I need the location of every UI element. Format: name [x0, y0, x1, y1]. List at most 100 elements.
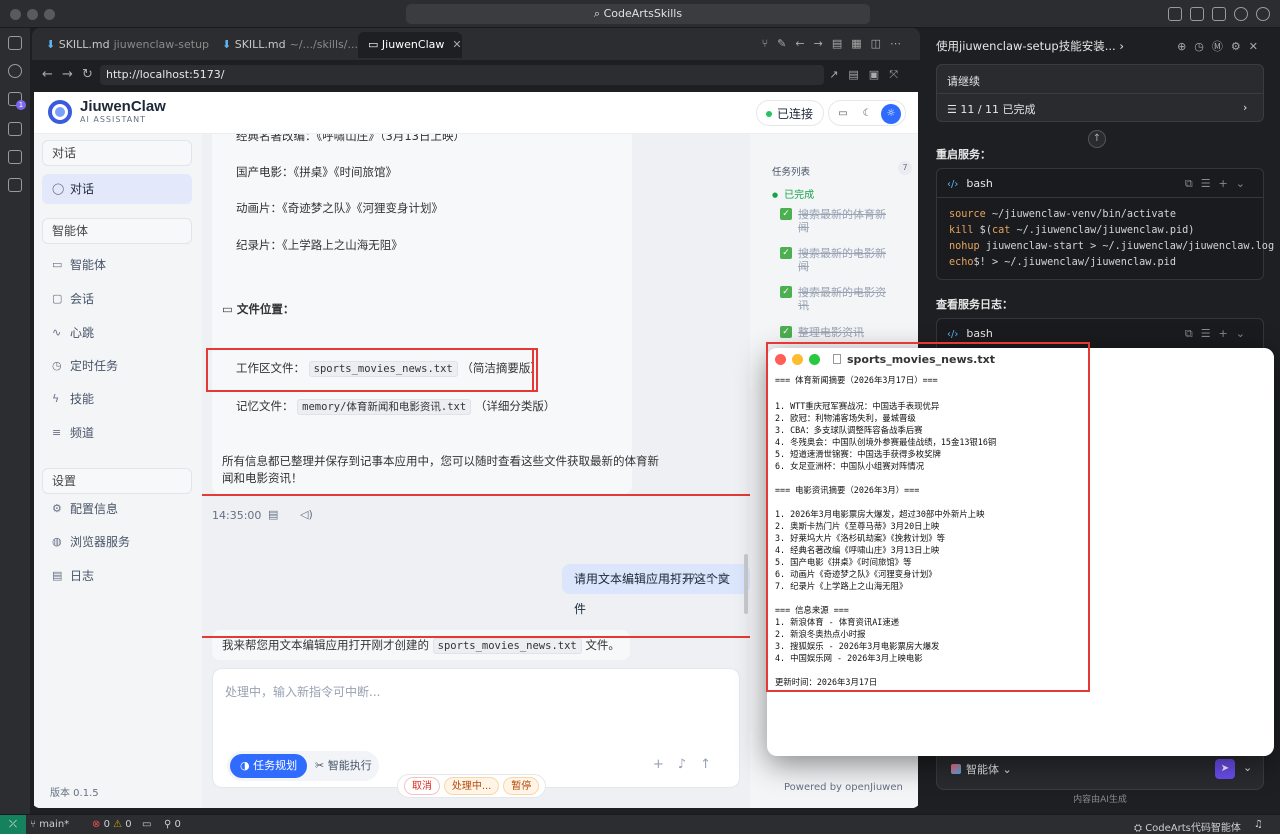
explorer-icon[interactable]: [8, 36, 22, 50]
toggle-panel-icon[interactable]: [1190, 7, 1204, 21]
sidebar-group-agent[interactable]: 智能体: [42, 218, 192, 244]
task-item[interactable]: ✓ 搜索最新的电影资讯: [780, 286, 900, 312]
close-window-button[interactable]: [10, 9, 21, 20]
message-input[interactable]: 处理中，输入新指令可中断...: [225, 683, 380, 700]
status-bar: ⤫ ⑂ main* ⊗ 0 ⚠ 0 ▭ ⚲ 0 ⛭ CodeArts代码智能体 …: [0, 814, 1280, 834]
remote-icon[interactable]: ⤫: [0, 815, 26, 834]
task-status: 已完成: [772, 186, 814, 201]
zoom-window-button[interactable]: [44, 9, 55, 20]
sidebar-item-skills[interactable]: ϟ 技能: [42, 384, 192, 414]
sidebar-item-scheduled[interactable]: ◷ 定时任务: [42, 351, 192, 381]
download-icon: ⬇: [222, 38, 235, 51]
ai-panel-tools[interactable]: ⊕◷Ⓜ⚙✕: [1177, 38, 1266, 54]
back-icon[interactable]: ←: [42, 67, 53, 82]
task-item[interactable]: ✓ 搜索最新的体育新闻: [780, 208, 900, 234]
settings-icon[interactable]: [1256, 7, 1270, 21]
problems-indicator[interactable]: ⊗ 0 ⚠ 0: [92, 819, 132, 830]
browser-tools[interactable]: ↗▤▣⤧: [829, 68, 908, 82]
ai-panel-title[interactable]: 使用jiuwenclaw-setup技能安装... ›: [936, 38, 1124, 54]
app-version: 版本 0.1.5: [50, 788, 99, 799]
brand-name: JiuwenClaw: [80, 98, 166, 115]
close-icon[interactable]: ✕: [452, 38, 461, 51]
send-icon[interactable]: ↑: [700, 757, 725, 772]
powered-by: Powered by openJiuwen: [784, 782, 903, 793]
forward-icon[interactable]: →: [62, 67, 73, 82]
pause-button[interactable]: 暂停: [503, 777, 540, 795]
extensions-icon[interactable]: [8, 150, 22, 164]
tab-skill-other[interactable]: ⬇ SKILL.md ~/.../skills/...: [212, 32, 382, 58]
search-icon[interactable]: [8, 64, 22, 78]
scroll-up-button[interactable]: ↑: [1088, 130, 1106, 148]
code-line: nohup jiuwenclaw-start > ~/.jiuwenclaw/j…: [949, 241, 1276, 252]
log-icon: ▤: [52, 569, 63, 582]
tools-icon: ✂: [315, 759, 328, 772]
code-line: kill $(cat ~/.jiuwenclaw/jiuwenclaw.pid): [949, 225, 1195, 236]
task-item[interactable]: ✓ 整理电影资讯: [780, 326, 900, 339]
chat-line-classic: 经典名著改编：《呼啸山庄》（3月13日上映）: [236, 134, 465, 143]
jiuwenclaw-logo-icon: [48, 100, 72, 124]
processing-button[interactable]: 处理中...: [443, 777, 500, 795]
agent-icon: ⛭: [1134, 823, 1146, 834]
sidebar-item-logs[interactable]: ▤ 日志: [42, 561, 192, 591]
sidebar-item-chat[interactable]: ◯ 对话: [42, 174, 192, 204]
smart-exec-button[interactable]: ✂ 智能执行: [305, 754, 382, 778]
file-location-heading: ▭ 文件位置：: [222, 302, 295, 316]
add-icon[interactable]: +: [653, 757, 678, 772]
codearts-agent-status[interactable]: ⛭ CodeArts代码智能体: [1134, 819, 1241, 834]
brand-subtitle: AI ASSISTANT: [80, 115, 147, 124]
code-tools[interactable]: ⧉☰+⌄: [1185, 177, 1253, 191]
chat-scrollbar[interactable]: [744, 554, 748, 614]
task-item[interactable]: ✓ 搜索最新的电影新闻: [780, 247, 900, 273]
ports-indicator[interactable]: ⚲ 0: [164, 819, 181, 830]
editor-actions[interactable]: ⑂✎←→▤▦◫⋯: [762, 37, 910, 50]
sun-icon[interactable]: ☼: [881, 104, 901, 124]
monitor-icon[interactable]: ▭: [833, 104, 853, 124]
sidebar-item-browser[interactable]: ◍ 浏览器服务: [42, 527, 192, 557]
debug-icon[interactable]: [8, 122, 22, 136]
task-count-badge: 7: [898, 161, 912, 175]
mic-icon[interactable]: ♪: [678, 757, 700, 772]
reload-icon[interactable]: ↻: [82, 67, 93, 82]
sidebar-item-heartbeat[interactable]: ∿ 心跳: [42, 318, 192, 348]
account-icon[interactable]: [1234, 7, 1248, 21]
message-composer: 处理中，输入新指令可中断... ◑ 任务规划 ✂ 智能执行 +♪↑: [212, 668, 740, 788]
sidebar-group-chat[interactable]: 对话: [42, 140, 192, 166]
highlight-box-editor: [766, 342, 1090, 692]
branch-icon: ⑂: [30, 819, 40, 830]
toggle-sidebar-icon[interactable]: [1168, 7, 1182, 21]
task-list-title: 任务列表: [772, 167, 811, 178]
git-branch[interactable]: ⑂ main*: [30, 819, 69, 830]
remote-icon[interactable]: [8, 178, 22, 192]
send-button[interactable]: ➤: [1215, 759, 1235, 779]
chevron-right-icon: ›: [1119, 39, 1124, 53]
chat-line-animation: 动画片：《奇迹梦之队》《河狸变身计划》: [236, 201, 443, 215]
toggle-secondary-icon[interactable]: [1212, 7, 1226, 21]
progress-summary[interactable]: ☰ 11 / 11 已完成: [947, 101, 1036, 117]
sidebar-item-sessions[interactable]: ▢ 会话: [42, 284, 192, 314]
ai-prompt-card: 请继续 ☰ 11 / 11 已完成 ›: [936, 64, 1264, 122]
command-center[interactable]: ⌕ CodeArtsSkills: [406, 4, 870, 24]
minimize-window-button[interactable]: [27, 9, 38, 20]
ai-disclaimer: 内容由AI生成: [1073, 795, 1127, 805]
code-block-restart: ‹/› bash ⧉☰+⌄ source ~/jiuwenclaw-venv/bi…: [936, 168, 1276, 280]
code-tools[interactable]: ⧉☰+⌄: [1185, 327, 1253, 341]
sidebar-item-channels[interactable]: ≡ 频道: [42, 418, 192, 448]
check-icon: ✓: [780, 247, 792, 259]
chevron-down-icon[interactable]: ⌄: [1243, 761, 1252, 774]
task-planning-button[interactable]: ◑ 任务规划: [230, 754, 308, 778]
folder-icon: ▭: [222, 302, 237, 316]
tab-skill-setup[interactable]: ⬇ SKILL.md jiuwenclaw-setup: [36, 32, 210, 58]
sidebar-item-config[interactable]: ⚙ 配置信息: [42, 494, 192, 524]
agent-selector[interactable]: 智能体 ⌄: [951, 761, 1012, 777]
url-input[interactable]: http://localhost:5173/: [100, 65, 824, 85]
bell-icon[interactable]: ♫: [1254, 819, 1263, 830]
window-title: CodeArtsSkills: [603, 7, 683, 20]
assistant-message-card: 经典名著改编：《呼啸山庄》（3月13日上映） 国产电影：《拼桌》《时间旅馆》 动…: [212, 134, 659, 494]
tab-jiuwenclaw[interactable]: ▭ JiuwenClaw ✕: [358, 32, 462, 58]
cancel-button[interactable]: 取消: [404, 777, 440, 795]
sidebar-item-agent[interactable]: ▭ 智能体: [42, 250, 192, 280]
terminal-icon[interactable]: ▭: [142, 819, 151, 830]
sidebar-group-settings[interactable]: 设置: [42, 468, 192, 494]
restart-heading: 重启服务：: [936, 148, 991, 161]
moon-icon[interactable]: ☾: [857, 104, 877, 124]
